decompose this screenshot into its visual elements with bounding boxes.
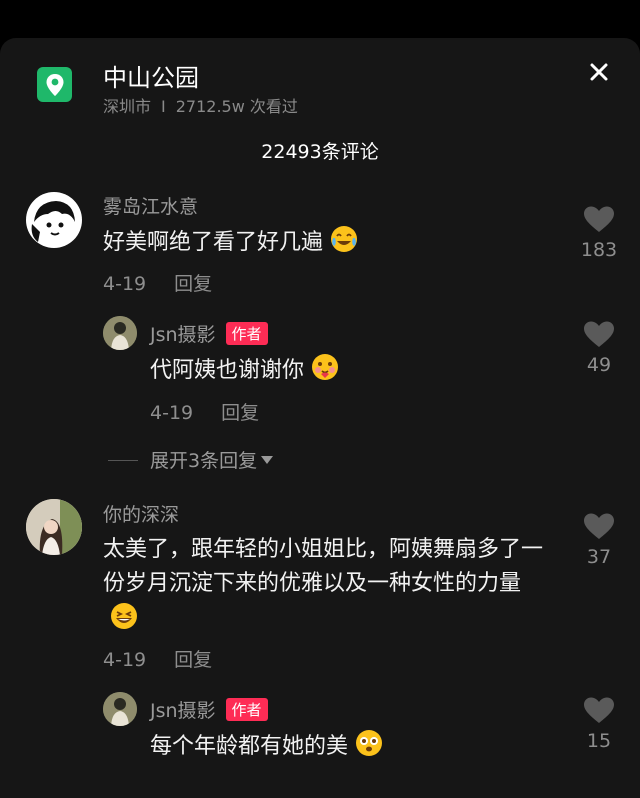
avatar[interactable] — [26, 192, 82, 248]
reply-text: 代阿姨也谢谢你 — [150, 352, 340, 393]
heart-icon[interactable] — [583, 205, 615, 233]
divider-line — [108, 460, 138, 461]
grinning-emoji — [109, 601, 139, 642]
reply-username-text[interactable]: Jsn摄影 — [150, 324, 216, 346]
comment-text-content: 好美啊绝了看了好几遍 — [103, 230, 324, 255]
like-button[interactable]: 15 — [569, 696, 629, 752]
location-pin-icon — [37, 67, 72, 102]
reply-text: 每个年龄都有她的美 — [150, 728, 384, 769]
author-badge: 作者 — [225, 322, 268, 345]
comment-date: 4-19 — [103, 649, 147, 671]
comment-meta: 4-19 回复 — [103, 269, 212, 296]
comment-text-content: 太美了，跟年轻的小姐姐比，阿姨舞扇多了一份岁月沉淀下来的优雅以及一种女性的力量 — [103, 537, 544, 596]
like-count: 37 — [586, 546, 612, 568]
author-badge: 作者 — [225, 698, 268, 721]
avatar[interactable] — [103, 316, 137, 350]
location-name[interactable]: 中山公园 — [103, 58, 199, 93]
comment-username[interactable]: 雾岛江水意 — [103, 192, 198, 219]
reply-meta: 4-19 回复 — [150, 398, 259, 425]
avatar[interactable] — [103, 692, 137, 726]
avatar[interactable] — [26, 499, 82, 555]
reply-text-content: 代阿姨也谢谢你 — [150, 358, 305, 383]
like-count: 15 — [586, 730, 612, 752]
reply-username: Jsn摄影 作者 — [150, 696, 268, 723]
comment-date: 4-19 — [103, 273, 147, 295]
reply-username: Jsn摄影 作者 — [150, 320, 268, 347]
location-views: 2712.5w 次看过 — [175, 97, 298, 116]
location-city: 深圳市 — [103, 97, 152, 116]
reply-button[interactable]: 回复 — [174, 649, 212, 671]
like-button[interactable]: 37 — [569, 512, 629, 568]
star-eyes-emoji — [354, 728, 384, 769]
like-count: 183 — [580, 239, 618, 261]
heart-icon[interactable] — [583, 696, 615, 724]
reply-button[interactable]: 回复 — [221, 402, 259, 424]
reply-button[interactable]: 回复 — [174, 273, 212, 295]
heart-icon[interactable] — [583, 512, 615, 540]
laughing-tears-emoji — [329, 224, 359, 265]
close-icon[interactable] — [585, 58, 613, 86]
blushing-emoji — [310, 352, 340, 393]
comment-text: 好美啊绝了看了好几遍 — [103, 224, 359, 265]
comment-count: 22493条评论 — [261, 141, 379, 163]
like-button[interactable]: 183 — [569, 205, 629, 261]
reply-username-text[interactable]: Jsn摄影 — [150, 700, 216, 722]
expand-replies-label: 展开3条回复 — [150, 450, 258, 472]
like-count: 49 — [586, 354, 612, 376]
expand-replies-button[interactable]: 展开3条回复 — [108, 446, 274, 473]
like-button[interactable]: 49 — [569, 320, 629, 376]
comment-text: 太美了，跟年轻的小姐姐比，阿姨舞扇多了一份岁月沉淀下来的优雅以及一种女性的力量 — [103, 533, 553, 642]
reply-date: 4-19 — [150, 402, 194, 424]
location-subtitle: 深圳市 I 2712.5w 次看过 — [103, 93, 298, 117]
reply-text-content: 每个年龄都有她的美 — [150, 734, 349, 759]
separator: I — [161, 97, 166, 116]
comment-meta: 4-19 回复 — [103, 645, 212, 672]
heart-icon[interactable] — [583, 320, 615, 348]
caret-down-icon — [261, 456, 274, 464]
comment-username[interactable]: 你的深深 — [103, 500, 179, 527]
